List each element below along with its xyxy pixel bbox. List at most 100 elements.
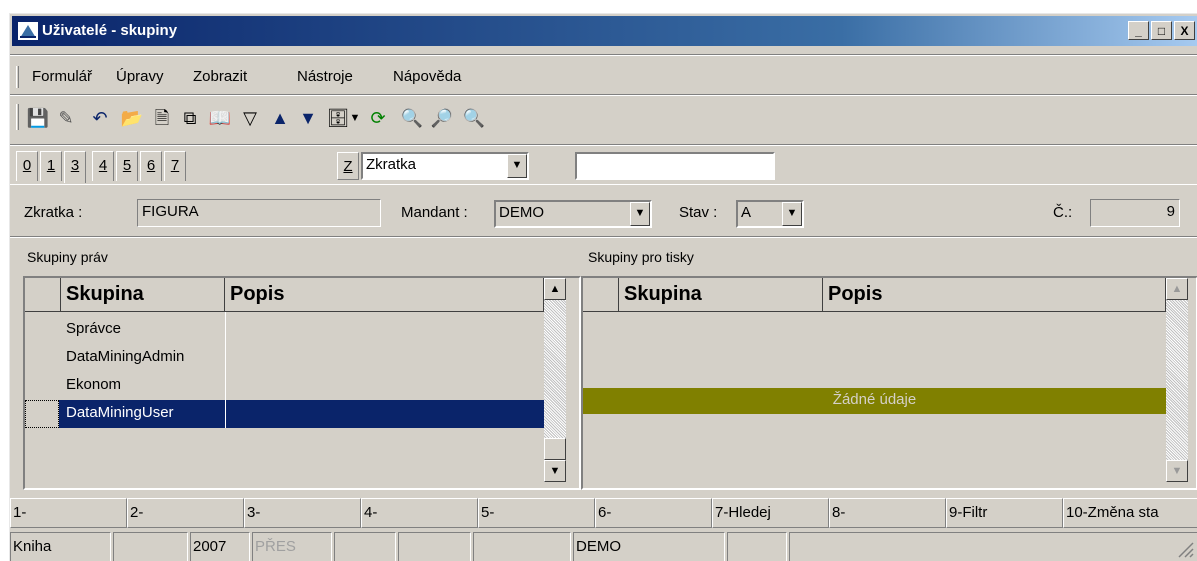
status-panel xyxy=(789,532,1197,561)
fkey-5[interactable]: 5- xyxy=(478,498,595,528)
menu-formular[interactable]: Formulář xyxy=(32,68,92,85)
divider xyxy=(10,236,1197,238)
divider xyxy=(10,144,1197,146)
divider xyxy=(10,94,1197,96)
tab-6[interactable]: 6 xyxy=(140,151,162,181)
menu-upravy[interactable]: Úpravy xyxy=(116,68,164,85)
status-panel: 2007 xyxy=(190,532,250,561)
save-icon[interactable]: 💾 xyxy=(26,106,50,130)
chevron-down-icon[interactable]: ▼ xyxy=(348,106,362,130)
scroll-track[interactable] xyxy=(544,300,566,438)
rights-groups-grid[interactable]: Skupina Popis Správce DataMiningAdmin Ek… xyxy=(23,276,581,490)
status-panel: Kniha xyxy=(10,532,111,561)
column-popis[interactable]: Popis xyxy=(225,278,544,312)
mandant-value: DEMO xyxy=(499,204,544,221)
menu-napoveda[interactable]: Nápověda xyxy=(393,68,461,85)
undo-icon[interactable]: ↶ xyxy=(88,106,112,130)
chevron-down-icon[interactable]: ▼ xyxy=(630,202,650,226)
scroll-up-button[interactable]: ▲ xyxy=(544,278,566,300)
status-panel xyxy=(473,532,571,561)
table-row[interactable]: Správce xyxy=(25,316,544,344)
stav-label: Stav : xyxy=(679,204,718,221)
cislo-label: Č.: xyxy=(1053,204,1073,221)
mandant-select[interactable]: DEMO ▼ xyxy=(494,200,652,228)
vertical-scrollbar[interactable]: ▲ ▼ xyxy=(1166,278,1188,488)
rights-groups-label: Skupiny práv xyxy=(27,249,108,265)
open-folder-icon[interactable]: 📂 xyxy=(120,106,144,130)
status-panel xyxy=(727,532,787,561)
window-title: Uživatelé - skupiny xyxy=(42,22,178,39)
fkey-4[interactable]: 4- xyxy=(361,498,478,528)
find-icon[interactable]: 🔍 xyxy=(400,106,424,130)
tab-5[interactable]: 5 xyxy=(116,151,138,181)
arrow-down-icon[interactable]: ▼ xyxy=(296,106,320,130)
table-row[interactable]: DataMiningAdmin xyxy=(25,344,544,372)
menu-zobrazit[interactable]: Zobrazit xyxy=(193,68,247,85)
chevron-down-icon[interactable]: ▼ xyxy=(507,154,527,178)
application-window: Uživatelé - skupiny _ □ X Formulář Úprav… xyxy=(9,13,1197,561)
search-field-select[interactable]: Zkratka ▼ xyxy=(361,152,529,180)
tab-7[interactable]: 7 xyxy=(164,151,186,181)
fkey-6[interactable]: 6- xyxy=(595,498,712,528)
tool-dropdown-icon[interactable]: 🗄 xyxy=(326,106,350,130)
close-button[interactable]: X xyxy=(1174,21,1195,40)
print-groups-label: Skupiny pro tisky xyxy=(588,249,694,265)
minimize-button[interactable]: _ xyxy=(1128,21,1149,40)
app-icon xyxy=(18,22,38,40)
search-input[interactable] xyxy=(575,152,775,180)
tab-4[interactable]: 4 xyxy=(92,151,114,181)
fkey-8[interactable]: 8- xyxy=(829,498,946,528)
tab-0[interactable]: 0 xyxy=(16,151,38,181)
search-key-button[interactable]: Z xyxy=(337,152,359,180)
edit-icon[interactable]: ✎ xyxy=(54,106,78,130)
fkey-2[interactable]: 2- xyxy=(127,498,244,528)
find-previous-icon[interactable]: 🔍 xyxy=(462,106,486,130)
maximize-button[interactable]: □ xyxy=(1151,21,1172,40)
scroll-down-button[interactable]: ▼ xyxy=(1166,460,1188,482)
cell-skupina: DataMiningAdmin xyxy=(66,348,185,365)
stav-select[interactable]: A ▼ xyxy=(736,200,804,228)
tab-1[interactable]: 1 xyxy=(40,151,62,181)
cell-skupina: Správce xyxy=(66,320,122,337)
arrow-up-icon[interactable]: ▲ xyxy=(268,106,292,130)
fkey-1[interactable]: 1- xyxy=(10,498,127,528)
status-panel xyxy=(398,532,471,561)
scroll-track[interactable] xyxy=(1166,300,1188,460)
vertical-scrollbar[interactable]: ▲ ▼ xyxy=(544,278,566,488)
toolbar: 💾 ✎ ↶ 📂 🗎 ⧉ 📖 ▽ ▲ ▼ 🗄 ▼ ⟳ 🔍 🔎 🔍 xyxy=(16,104,716,134)
column-popis[interactable]: Popis xyxy=(823,278,1166,312)
copy-icon[interactable]: ⧉ xyxy=(178,106,202,130)
book-icon[interactable]: 📖 xyxy=(208,106,232,130)
grid-header: Skupina Popis xyxy=(25,278,544,312)
column-skupina[interactable]: Skupina xyxy=(61,278,225,312)
filter-icon[interactable]: ▽ xyxy=(238,106,262,130)
print-groups-grid[interactable]: Skupina Popis Žádné údaje ▲ ▼ xyxy=(581,276,1197,490)
row-selector-header xyxy=(583,278,619,312)
status-panel xyxy=(113,532,188,561)
chevron-down-icon[interactable]: ▼ xyxy=(782,202,802,226)
menu-nastroje[interactable]: Nástroje xyxy=(297,68,353,85)
refresh-icon[interactable]: ⟳ xyxy=(366,106,390,130)
new-document-icon[interactable]: 🗎 xyxy=(150,106,174,130)
mandant-label: Mandant : xyxy=(401,204,468,221)
fkey-9-filtr[interactable]: 9-Filtr xyxy=(946,498,1063,528)
resize-grip-icon[interactable] xyxy=(1176,540,1194,558)
title-bar[interactable]: Uživatelé - skupiny _ □ X xyxy=(12,16,1197,46)
find-next-icon[interactable]: 🔎 xyxy=(430,106,454,130)
function-key-bar: 1- 2- 3- 4- 5- 6- 7-Hledej 8- 9-Filtr 10… xyxy=(10,498,1197,528)
column-skupina[interactable]: Skupina xyxy=(619,278,823,312)
zkratka-field[interactable]: FIGURA xyxy=(137,199,381,227)
scroll-up-button[interactable]: ▲ xyxy=(1166,278,1188,300)
table-row-selected[interactable]: DataMiningUser xyxy=(25,400,544,428)
fkey-7-hledej[interactable]: 7-Hledej xyxy=(712,498,829,528)
table-row[interactable]: Ekonom xyxy=(25,372,544,400)
tab-3[interactable]: 3 xyxy=(64,151,86,183)
zkratka-label: Zkratka : xyxy=(24,204,83,221)
scroll-down-button[interactable]: ▼ xyxy=(544,460,566,482)
row-selector-header xyxy=(25,278,61,312)
status-panel xyxy=(334,532,396,561)
fkey-3[interactable]: 3- xyxy=(244,498,361,528)
scroll-thumb[interactable] xyxy=(544,438,566,460)
fkey-10-zmena[interactable]: 10-Změna sta xyxy=(1063,498,1197,528)
row-selector[interactable] xyxy=(25,400,59,428)
